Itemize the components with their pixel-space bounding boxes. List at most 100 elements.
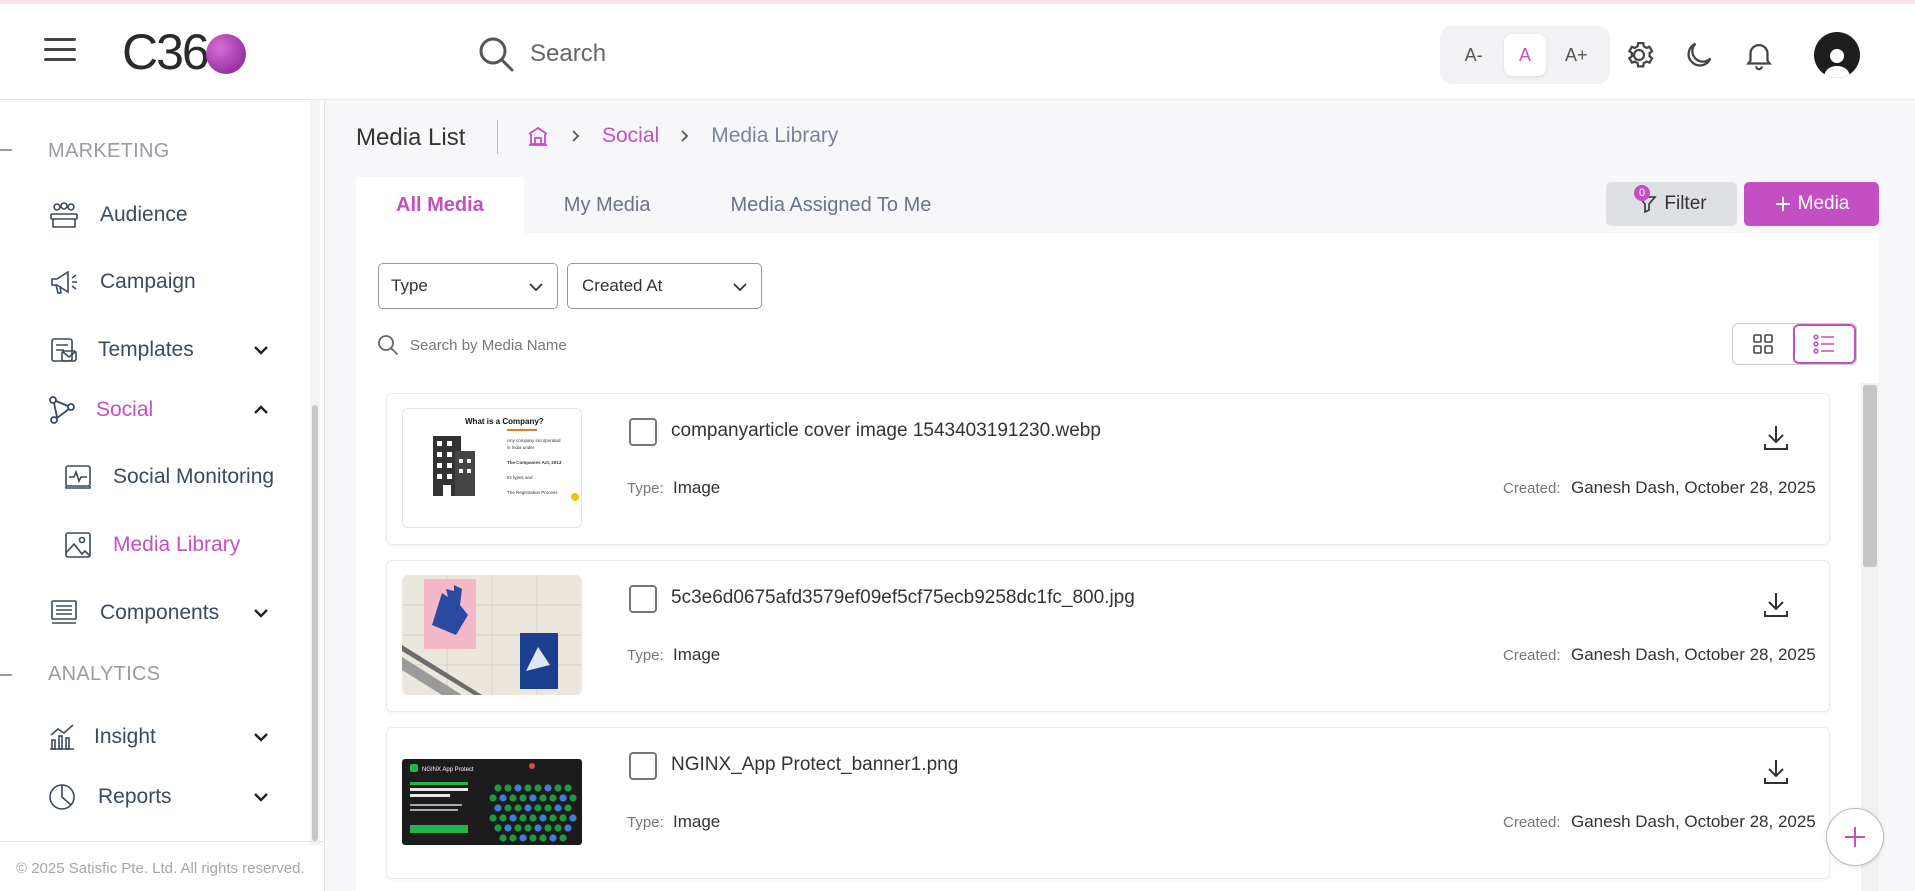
- global-search: [476, 32, 976, 76]
- moon-icon[interactable]: [1682, 38, 1716, 72]
- logo-text: C36: [122, 24, 210, 80]
- breadcrumb: Social Media Library: [526, 124, 838, 148]
- chevron-down-icon[interactable]: [250, 726, 272, 748]
- type-label: Type:: [627, 480, 664, 497]
- sidebar-item-reports[interactable]: Reports: [0, 772, 300, 822]
- created-label: Created:: [1503, 480, 1561, 497]
- font-decrease-button[interactable]: A-: [1453, 34, 1495, 76]
- sidebar-item-social[interactable]: Social: [0, 385, 300, 435]
- grid-icon: [1752, 334, 1773, 354]
- thumb-title: NGINX App Protect: [422, 767, 474, 773]
- download-icon[interactable]: [1760, 422, 1792, 454]
- list-view-button[interactable]: [1792, 324, 1856, 364]
- title-divider: [497, 120, 498, 154]
- media-search-input[interactable]: [410, 336, 810, 354]
- download-icon[interactable]: [1760, 756, 1792, 788]
- sidebar-item-label: Social: [96, 398, 154, 421]
- sidebar-item-audience[interactable]: Audience: [0, 190, 300, 240]
- sidebar-item-label: Reports: [98, 785, 172, 808]
- menu-toggle-icon[interactable]: [44, 38, 76, 64]
- plus-icon: [1845, 827, 1865, 847]
- search-icon: [479, 37, 514, 72]
- chevron-down-icon[interactable]: [250, 339, 272, 361]
- media-panel: Type Created At What is: [356, 233, 1879, 891]
- gear-icon[interactable]: [1622, 38, 1656, 72]
- breadcrumb-current: Media Library: [711, 124, 839, 147]
- filter-button[interactable]: 0 Filter: [1606, 182, 1737, 226]
- sidebar-scrollbar[interactable]: [312, 405, 318, 841]
- created-label: Created:: [1503, 647, 1561, 664]
- sidebar-item-social-monitoring[interactable]: Social Monitoring: [0, 452, 300, 502]
- type-label: Type:: [627, 814, 664, 831]
- global-search-input[interactable]: [530, 40, 930, 68]
- created-value: Ganesh Dash, October 28, 2025: [1571, 478, 1816, 497]
- add-media-button[interactable]: Media: [1744, 182, 1879, 226]
- media-file-name[interactable]: companyarticle cover image 1543403191230…: [671, 420, 1101, 442]
- type-value: Image: [673, 645, 721, 664]
- sidebar-item-campaign[interactable]: Campaign: [0, 257, 300, 307]
- chevron-down-icon: [733, 283, 747, 292]
- audience-icon: [50, 202, 78, 228]
- home-icon[interactable]: [526, 124, 550, 148]
- sidebar-item-label: Campaign: [100, 270, 196, 293]
- social-network-icon: [49, 396, 75, 424]
- chevron-down-icon[interactable]: [250, 786, 272, 808]
- user-avatar[interactable]: [1814, 32, 1860, 78]
- type-select[interactable]: Type: [378, 263, 558, 309]
- media-tabs: All Media My Media Media Assigned To Me: [356, 177, 971, 233]
- sidebar-item-insight[interactable]: Insight: [0, 712, 300, 762]
- chevron-down-icon[interactable]: [250, 602, 272, 624]
- sidebar-item-label: Templates: [98, 338, 194, 361]
- filter-count-badge: 0: [1634, 185, 1650, 201]
- sidebar-item-label: Components: [100, 601, 220, 624]
- thumb-line: Its types and: [507, 475, 533, 480]
- view-toggle: [1732, 323, 1857, 365]
- templates-icon: [51, 338, 77, 362]
- media-checkbox[interactable]: [629, 752, 657, 780]
- logo-orb-icon: [205, 34, 246, 74]
- media-thumbnail[interactable]: NGINX App Protect: [402, 742, 582, 862]
- thumb-line: in India under: [507, 445, 535, 450]
- font-default-button[interactable]: A: [1503, 34, 1546, 76]
- sidebar-item-templates[interactable]: Templates: [0, 325, 300, 375]
- chevron-down-icon: [529, 283, 543, 292]
- user-icon: [1824, 49, 1850, 78]
- created-at-select[interactable]: Created At: [567, 263, 762, 309]
- media-thumbnail[interactable]: [402, 575, 582, 695]
- media-card[interactable]: 5c3e6d0675afd3579ef09ef5cf75ecb9258dc1fc…: [386, 560, 1830, 712]
- tab-all-media[interactable]: All Media: [356, 177, 524, 233]
- font-increase-button[interactable]: A+: [1555, 34, 1597, 76]
- thumb-line: The Companies Act, 2013: [507, 460, 562, 465]
- copyright-footer: © 2025 Satisfic Pte. Ltd. All rights res…: [0, 841, 325, 891]
- brand-logo[interactable]: C36: [122, 24, 246, 80]
- nginx-banner-thumbnail: NGINX App Protect: [402, 742, 582, 862]
- sidebar-item-components[interactable]: Components: [0, 588, 300, 638]
- bell-icon[interactable]: [1742, 38, 1776, 72]
- created-value: Ganesh Dash, October 28, 2025: [1571, 812, 1816, 831]
- app-header: C36 A- A A+: [0, 4, 1915, 100]
- search-icon: [378, 335, 398, 355]
- media-card[interactable]: NGINX App Protect NGINX_App Protect_bann…: [386, 727, 1830, 879]
- media-checkbox[interactable]: [629, 418, 657, 446]
- type-label: Type:: [627, 647, 664, 664]
- sidebar-item-media-library[interactable]: Media Library: [0, 520, 300, 570]
- media-file-name[interactable]: NGINX_App Protect_banner1.png: [671, 754, 958, 776]
- list-scrollbar[interactable]: [1863, 385, 1877, 567]
- grid-view-button[interactable]: [1733, 324, 1793, 364]
- type-select-value: Type: [391, 276, 428, 295]
- components-icon: [51, 600, 77, 624]
- media-checkbox[interactable]: [629, 585, 657, 613]
- floating-add-button[interactable]: [1826, 808, 1884, 866]
- poster-photo-thumbnail: [402, 575, 582, 695]
- download-icon[interactable]: [1760, 589, 1792, 621]
- filter-label: Filter: [1664, 193, 1707, 214]
- tab-my-media[interactable]: My Media: [524, 177, 691, 233]
- breadcrumb-social[interactable]: Social: [602, 124, 659, 148]
- media-card[interactable]: What is a Company? Any company incorpora…: [386, 393, 1830, 545]
- chevron-up-icon[interactable]: [250, 399, 272, 421]
- sidebar-item-label: Media Library: [113, 533, 241, 556]
- tab-media-assigned[interactable]: Media Assigned To Me: [691, 177, 972, 233]
- media-thumbnail[interactable]: What is a Company? Any company incorpora…: [402, 408, 582, 528]
- media-file-name[interactable]: 5c3e6d0675afd3579ef09ef5cf75ecb9258dc1fc…: [671, 587, 1135, 609]
- page-title: Media List: [356, 124, 466, 151]
